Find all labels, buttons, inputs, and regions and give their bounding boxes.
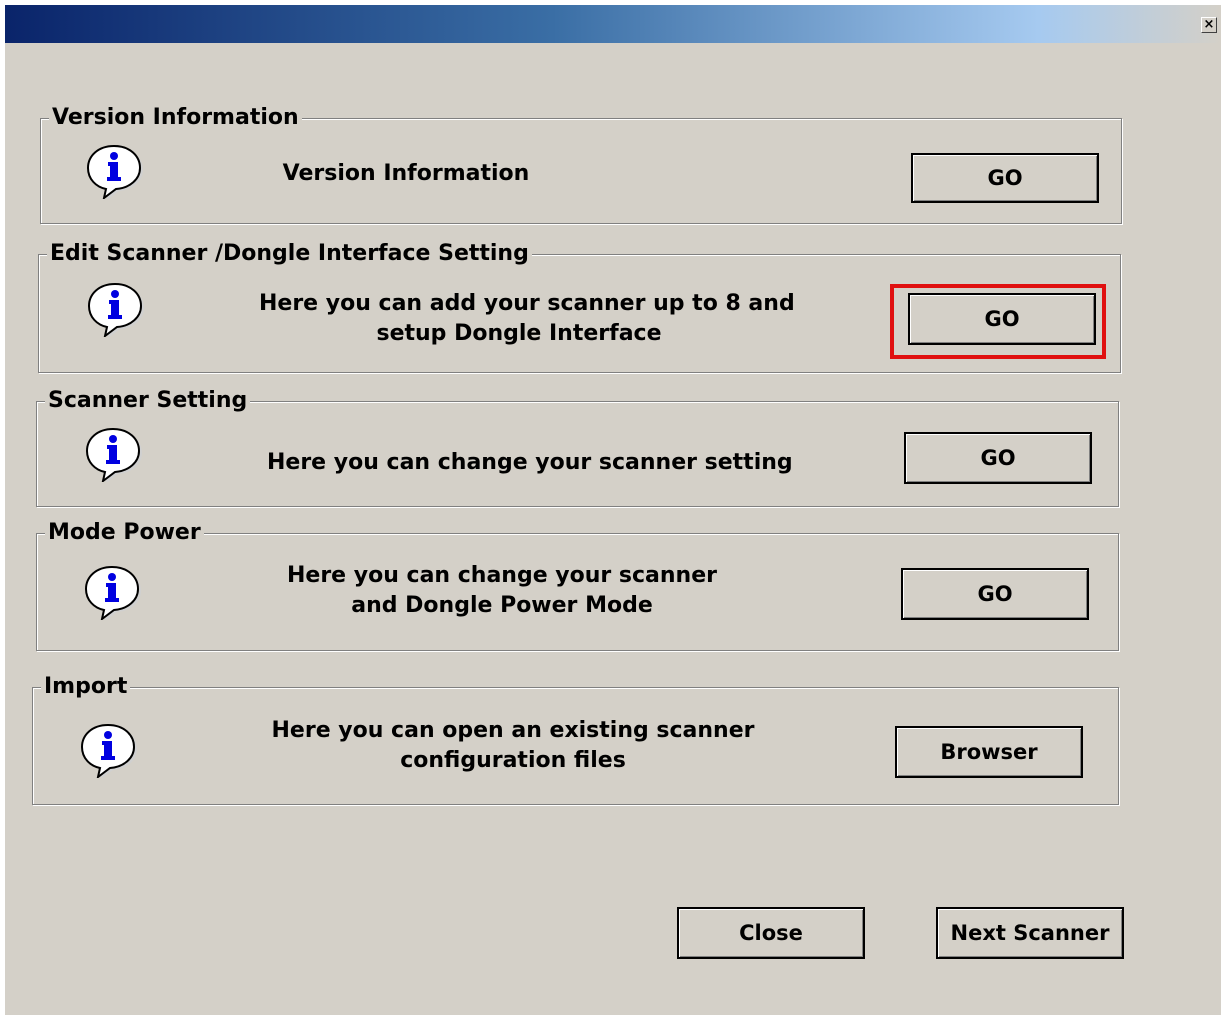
group-version-information: Version Information Version Information … xyxy=(40,105,1122,224)
dialog-window: × Version Information Version Informatio… xyxy=(5,5,1221,1015)
description-line: Here you can change your scanner xyxy=(287,563,717,588)
group-description: Here you can open an existing scanner co… xyxy=(268,716,758,776)
group-description: Here you can add your scanner up to 8 an… xyxy=(259,289,795,349)
close-window-button[interactable]: × xyxy=(1201,17,1217,33)
info-icon xyxy=(84,565,141,620)
group-legend: Scanner Setting xyxy=(45,388,251,414)
group-description: Here you can change your scanner and Don… xyxy=(277,561,727,621)
description-line: setup Dongle Interface xyxy=(376,321,662,346)
info-icon xyxy=(80,723,137,778)
next-scanner-button[interactable]: Next Scanner xyxy=(936,907,1124,959)
edit-scanner-go-button[interactable]: GO xyxy=(908,293,1096,345)
mode-power-go-button[interactable]: GO xyxy=(901,568,1089,620)
scanner-setting-go-button[interactable]: GO xyxy=(904,432,1092,484)
description-line: Version Information xyxy=(282,161,530,186)
import-browser-button[interactable]: Browser xyxy=(895,726,1083,778)
description-line: Here you can open an existing scanner xyxy=(271,718,755,743)
info-icon xyxy=(87,282,144,337)
description-line: and Dongle Power Mode xyxy=(351,593,653,618)
group-legend: Mode Power xyxy=(45,520,204,546)
group-description: Here you can change your scanner setting xyxy=(267,448,807,478)
group-import: Import Here you can open an existing sca… xyxy=(32,674,1119,805)
title-bar[interactable]: × xyxy=(5,5,1221,43)
description-line: Here you can add your scanner up to 8 an… xyxy=(259,291,795,316)
group-edit-scanner-dongle: Edit Scanner /Dongle Interface Setting H… xyxy=(38,241,1121,373)
description-line: Here you can change your scanner setting xyxy=(267,450,793,475)
info-icon xyxy=(86,144,143,199)
group-description: Version Information xyxy=(251,159,561,189)
group-scanner-setting: Scanner Setting Here you can change your… xyxy=(36,388,1119,507)
group-mode-power: Mode Power Here you can change your scan… xyxy=(36,520,1119,651)
info-icon xyxy=(85,427,142,482)
group-legend: Version Information xyxy=(49,105,302,131)
group-legend: Import xyxy=(41,674,131,700)
group-legend: Edit Scanner /Dongle Interface Setting xyxy=(47,241,532,267)
version-information-go-button[interactable]: GO xyxy=(911,153,1099,203)
close-button[interactable]: Close xyxy=(677,907,865,959)
description-line: configuration files xyxy=(400,748,626,773)
